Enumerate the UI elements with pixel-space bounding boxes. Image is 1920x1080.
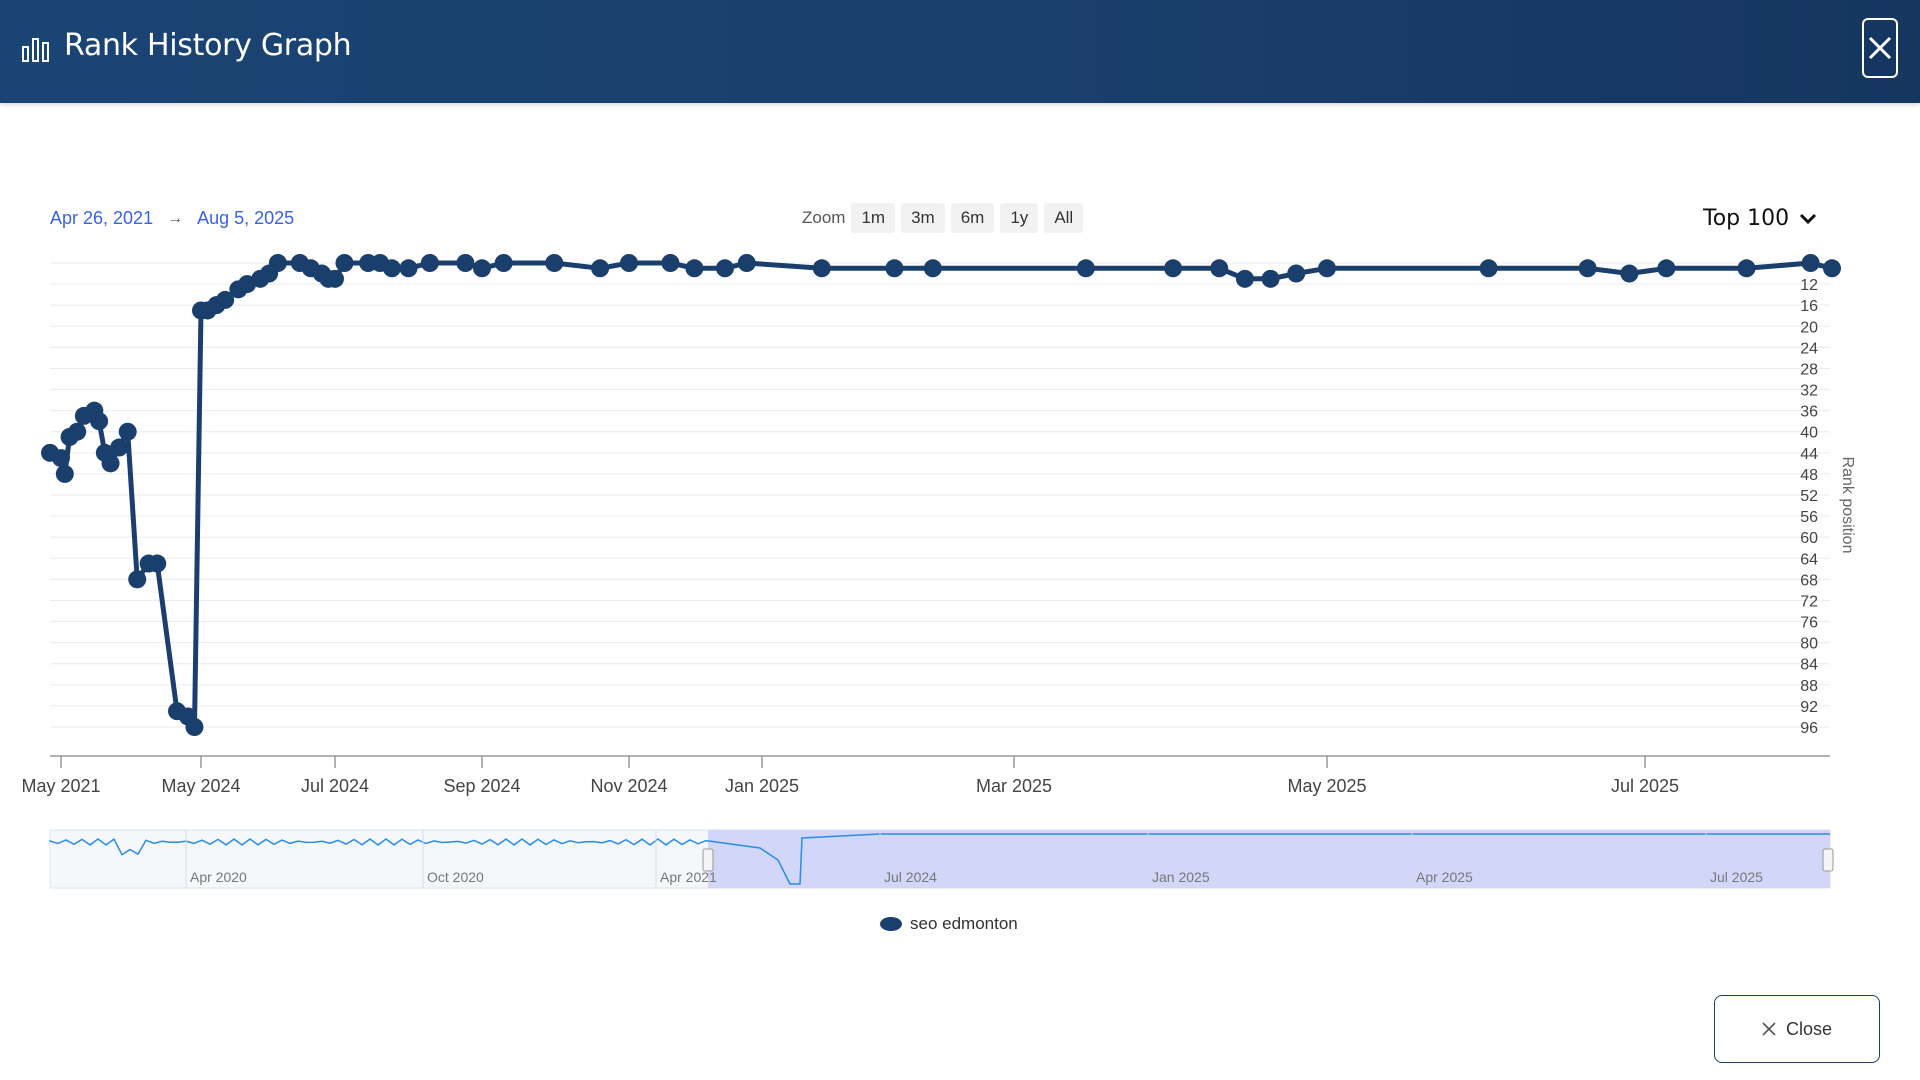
- data-point: [382, 259, 401, 278]
- y-tick-label: 72: [1800, 593, 1818, 610]
- data-point: [399, 259, 418, 278]
- y-tick-label: 20: [1800, 319, 1818, 336]
- y-tick-label: 44: [1800, 446, 1818, 463]
- data-point: [68, 422, 87, 441]
- data-point: [545, 254, 564, 272]
- y-tick-label: 92: [1800, 699, 1818, 716]
- data-point: [685, 259, 704, 278]
- data-point: [1318, 259, 1336, 278]
- y-tick-label: 36: [1800, 404, 1818, 421]
- y-tick-label: 96: [1800, 720, 1818, 737]
- navigator-tick-label: Jul 2024: [884, 869, 937, 885]
- data-point: [661, 254, 680, 272]
- data-point: [420, 254, 439, 272]
- y-tick-label: 76: [1800, 615, 1818, 632]
- rank-history-chart[interactable]: 8121620242832364044485256606468727680848…: [0, 0, 1920, 900]
- y-axis-title: Rank position: [1839, 457, 1856, 554]
- y-tick-label: 16: [1800, 298, 1818, 315]
- navigator-tick-label: Oct 2020: [427, 869, 484, 885]
- navigator-selection: [708, 830, 1830, 888]
- y-tick-label: 40: [1800, 425, 1818, 442]
- data-point: [1164, 259, 1183, 278]
- data-point: [812, 259, 831, 278]
- x-tick-label: Jul 2024: [301, 776, 369, 796]
- navigator-tick-label: Apr 2020: [190, 869, 247, 885]
- y-tick-label: 48: [1800, 467, 1818, 484]
- data-point: [1235, 269, 1254, 288]
- data-point: [1823, 259, 1841, 278]
- data-point: [268, 254, 287, 272]
- close-icon: [1762, 1022, 1776, 1036]
- data-point: [118, 422, 137, 441]
- close-label: Close: [1785, 1018, 1833, 1039]
- data-point: [185, 718, 204, 736]
- x-tick-label: May 2024: [161, 776, 240, 796]
- y-tick-label: 60: [1800, 530, 1818, 547]
- x-tick-label: May 2021: [21, 776, 100, 796]
- data-point: [737, 254, 756, 272]
- navigator-tick-label: Jan 2025: [1152, 869, 1210, 885]
- data-point: [1657, 259, 1676, 278]
- data-point: [1287, 264, 1306, 283]
- data-point: [52, 449, 70, 468]
- data-point: [885, 259, 904, 278]
- data-point: [1737, 259, 1756, 278]
- navigator-tick-label: Jul 2025: [1710, 869, 1763, 885]
- x-tick-label: Mar 2025: [976, 776, 1052, 796]
- data-point: [620, 254, 638, 272]
- navigator-tick-label: Apr 2025: [1416, 869, 1473, 885]
- y-tick-label: 52: [1800, 488, 1818, 505]
- data-point: [923, 259, 942, 278]
- legend-swatch: [880, 917, 902, 931]
- navigator-handle-left[interactable]: [702, 848, 714, 872]
- y-tick-label: 56: [1800, 509, 1818, 526]
- x-tick-label: Jan 2025: [725, 776, 799, 796]
- data-point: [128, 570, 147, 589]
- data-point: [473, 259, 491, 278]
- data-point: [494, 254, 513, 272]
- x-tick-label: Nov 2024: [590, 776, 667, 796]
- y-tick-label: 28: [1800, 361, 1818, 378]
- data-point: [1076, 259, 1095, 278]
- y-tick-label: 64: [1800, 551, 1818, 568]
- x-tick-label: Jul 2025: [1611, 776, 1679, 796]
- data-point: [335, 254, 354, 272]
- data-point: [90, 412, 109, 431]
- data-point: [148, 554, 167, 573]
- y-tick-label: 32: [1800, 383, 1818, 400]
- data-point: [456, 254, 475, 272]
- chart-legend[interactable]: seo edmonton: [880, 914, 1018, 934]
- data-point: [1210, 259, 1229, 278]
- y-tick-label: 24: [1800, 340, 1818, 357]
- y-tick-label: 12: [1800, 277, 1818, 294]
- x-tick-label: Sep 2024: [443, 776, 520, 796]
- y-tick-label: 68: [1800, 572, 1818, 589]
- close-button[interactable]: Close: [1714, 995, 1880, 1063]
- data-point: [715, 259, 734, 278]
- data-point: [55, 464, 74, 483]
- navigator-handle-right[interactable]: [1822, 848, 1834, 872]
- y-tick-label: 88: [1800, 678, 1818, 695]
- data-point: [101, 454, 120, 473]
- data-point: [1479, 259, 1498, 278]
- data-point: [591, 259, 610, 278]
- legend-label: seo edmonton: [910, 914, 1018, 933]
- data-point: [1801, 254, 1820, 272]
- data-point: [326, 269, 344, 288]
- x-tick-label: May 2025: [1287, 776, 1366, 796]
- data-point: [1578, 259, 1597, 278]
- data-point: [1261, 269, 1280, 288]
- data-point: [110, 438, 129, 457]
- y-tick-label: 84: [1800, 657, 1818, 674]
- data-point: [1620, 264, 1639, 283]
- y-tick-label: 80: [1800, 636, 1818, 653]
